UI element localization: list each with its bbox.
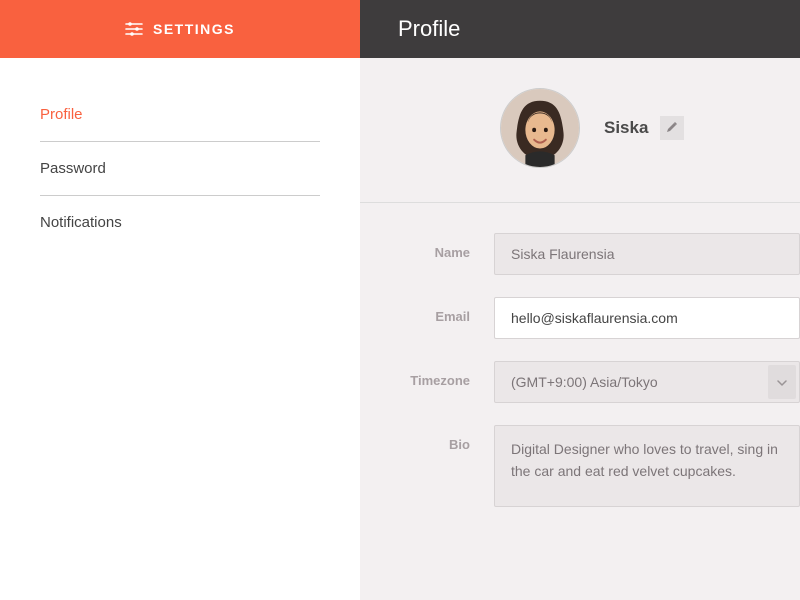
timezone-dropdown-button[interactable]: [768, 365, 796, 399]
form-row-bio: Bio: [398, 425, 800, 512]
sidebar-title: SETTINGS: [153, 21, 235, 37]
nav-item-profile[interactable]: Profile: [40, 88, 320, 142]
form-row-name: Name: [398, 233, 800, 275]
avatar: [500, 88, 580, 168]
sidebar-header: SETTINGS: [0, 0, 360, 58]
main-header: Profile: [360, 0, 800, 58]
profile-form: Name Email Timezone (GMT+9:00) Asia/Toky…: [360, 203, 800, 534]
nav-item-notifications[interactable]: Notifications: [40, 196, 320, 249]
profile-display-name: Siska: [604, 118, 648, 138]
main-panel: Profile Siska: [360, 0, 800, 600]
form-row-timezone: Timezone (GMT+9:00) Asia/Tokyo: [398, 361, 800, 403]
profile-name-row: Siska: [604, 116, 684, 140]
bio-textarea[interactable]: [494, 425, 800, 507]
timezone-label: Timezone: [398, 361, 494, 388]
form-row-email: Email: [398, 297, 800, 339]
profile-summary: Siska: [360, 58, 800, 203]
email-label: Email: [398, 297, 494, 324]
email-input[interactable]: [494, 297, 800, 339]
sliders-icon: [125, 22, 143, 36]
pencil-icon: [666, 121, 678, 136]
bio-label: Bio: [398, 425, 494, 452]
page-title: Profile: [398, 16, 460, 42]
name-input[interactable]: [494, 233, 800, 275]
sidebar: SETTINGS Profile Password Notifications: [0, 0, 360, 600]
nav-item-password[interactable]: Password: [40, 142, 320, 196]
edit-name-button[interactable]: [660, 116, 684, 140]
name-label: Name: [398, 233, 494, 260]
sidebar-nav: Profile Password Notifications: [0, 58, 360, 249]
timezone-select[interactable]: (GMT+9:00) Asia/Tokyo: [494, 361, 800, 403]
chevron-down-icon: [777, 373, 787, 391]
